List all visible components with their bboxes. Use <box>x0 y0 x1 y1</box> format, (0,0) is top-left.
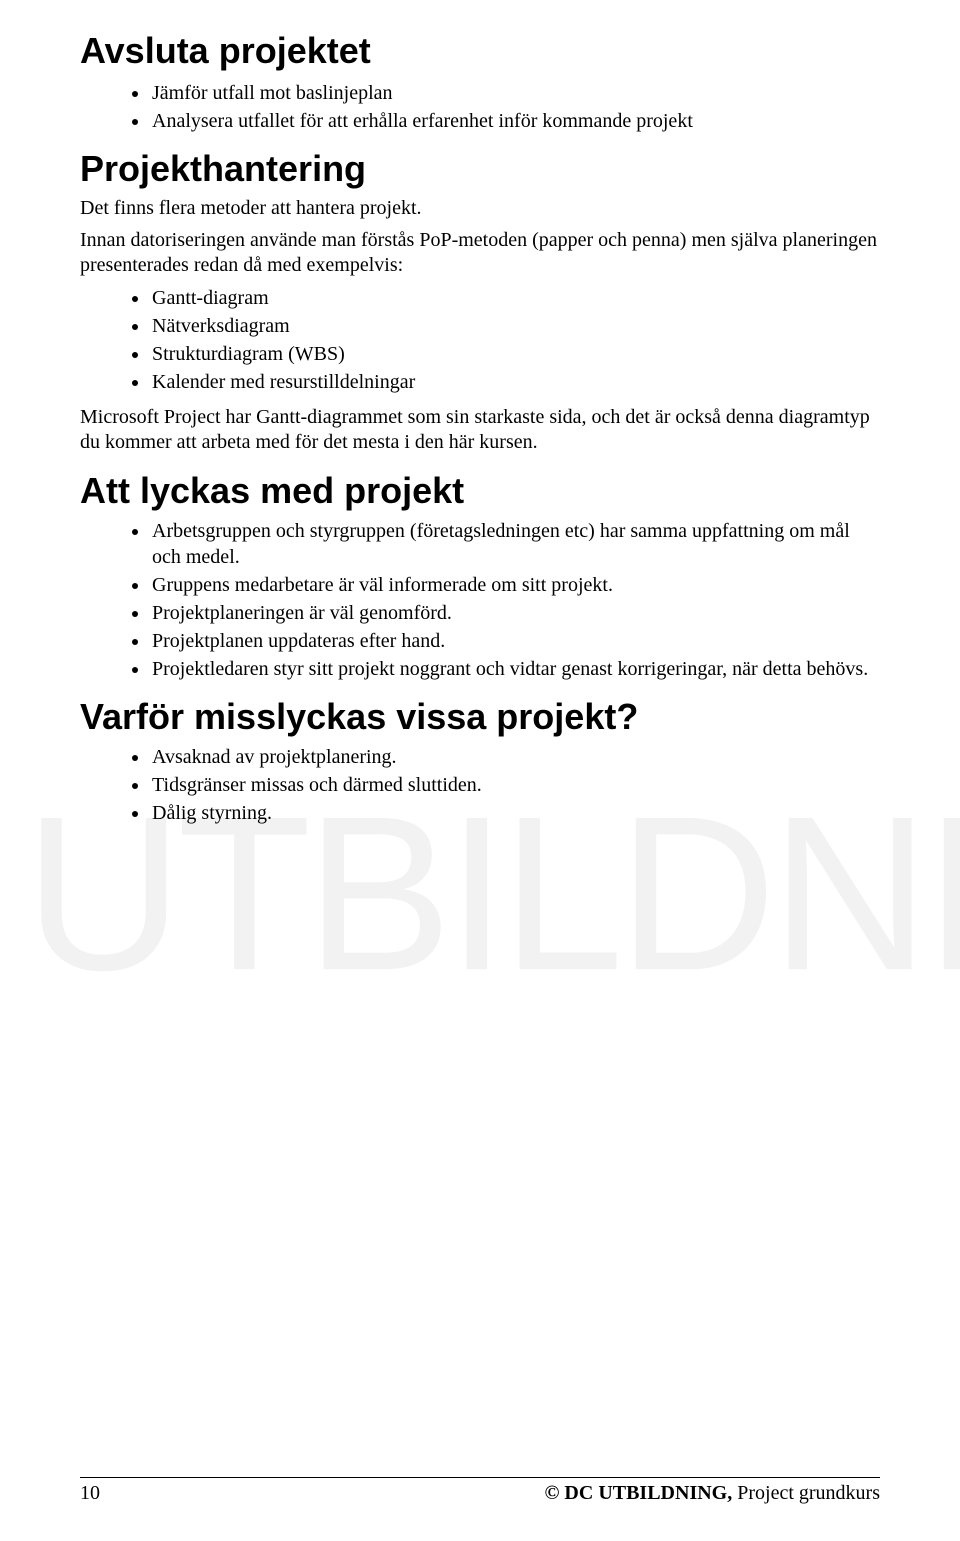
list-item: Strukturdiagram (WBS) <box>150 341 880 367</box>
heading-misslyckas: Varför misslyckas vissa projekt? <box>80 696 880 738</box>
list-item: Gruppens medarbetare är väl informerade … <box>150 572 880 598</box>
footer-copyright: © DC UTBILDNING, Project grundkurs <box>544 1482 880 1505</box>
page-number: 10 <box>80 1482 100 1505</box>
heading-avsluta: Avsluta projektet <box>80 30 880 72</box>
footer-copyright-bold: © DC UTBILDNING, <box>544 1482 732 1504</box>
heading-projekthantering: Projekthantering <box>80 148 880 190</box>
list-item: Nätverksdiagram <box>150 313 880 339</box>
list-item: Projektplaneringen är väl genomförd. <box>150 600 880 626</box>
heading-lyckas: Att lyckas med projekt <box>80 470 880 512</box>
list-lyckas: Arbetsgruppen och styrgruppen (företagsl… <box>80 518 880 682</box>
watermark-text: DC UTBILDNING <box>0 808 960 980</box>
paragraph: Microsoft Project har Gantt-diagrammet s… <box>80 405 880 456</box>
page-content: Avsluta projektet Jämför utfall mot basl… <box>80 30 880 826</box>
list-projekthantering: Gantt-diagram Nätverksdiagram Strukturdi… <box>80 285 880 395</box>
list-item: Dålig styrning. <box>150 800 880 826</box>
list-item: Tidsgränser missas och därmed sluttiden. <box>150 772 880 798</box>
list-misslyckas: Avsaknad av projektplanering. Tidsgränse… <box>80 744 880 826</box>
list-item: Analysera utfallet för att erhålla erfar… <box>150 108 880 134</box>
list-item: Projektledaren styr sitt projekt noggran… <box>150 656 880 682</box>
list-item: Kalender med resurstilldelningar <box>150 369 880 395</box>
paragraph: Innan datoriseringen använde man förstås… <box>80 228 880 279</box>
paragraph: Det finns flera metoder att hantera proj… <box>80 196 880 222</box>
document-page: DC UTBILDNING Avsluta projektet Jämför u… <box>0 0 960 1541</box>
list-item: Projektplanen uppdateras efter hand. <box>150 628 880 654</box>
list-item: Jämför utfall mot baslinjeplan <box>150 80 880 106</box>
list-item: Gantt-diagram <box>150 285 880 311</box>
footer-copyright-rest: Project grundkurs <box>732 1482 880 1504</box>
list-item: Avsaknad av projektplanering. <box>150 744 880 770</box>
page-footer: 10 © DC UTBILDNING, Project grundkurs <box>80 1477 880 1505</box>
list-avsluta: Jämför utfall mot baslinjeplan Analysera… <box>80 80 880 134</box>
list-item: Arbetsgruppen och styrgruppen (företagsl… <box>150 518 880 570</box>
